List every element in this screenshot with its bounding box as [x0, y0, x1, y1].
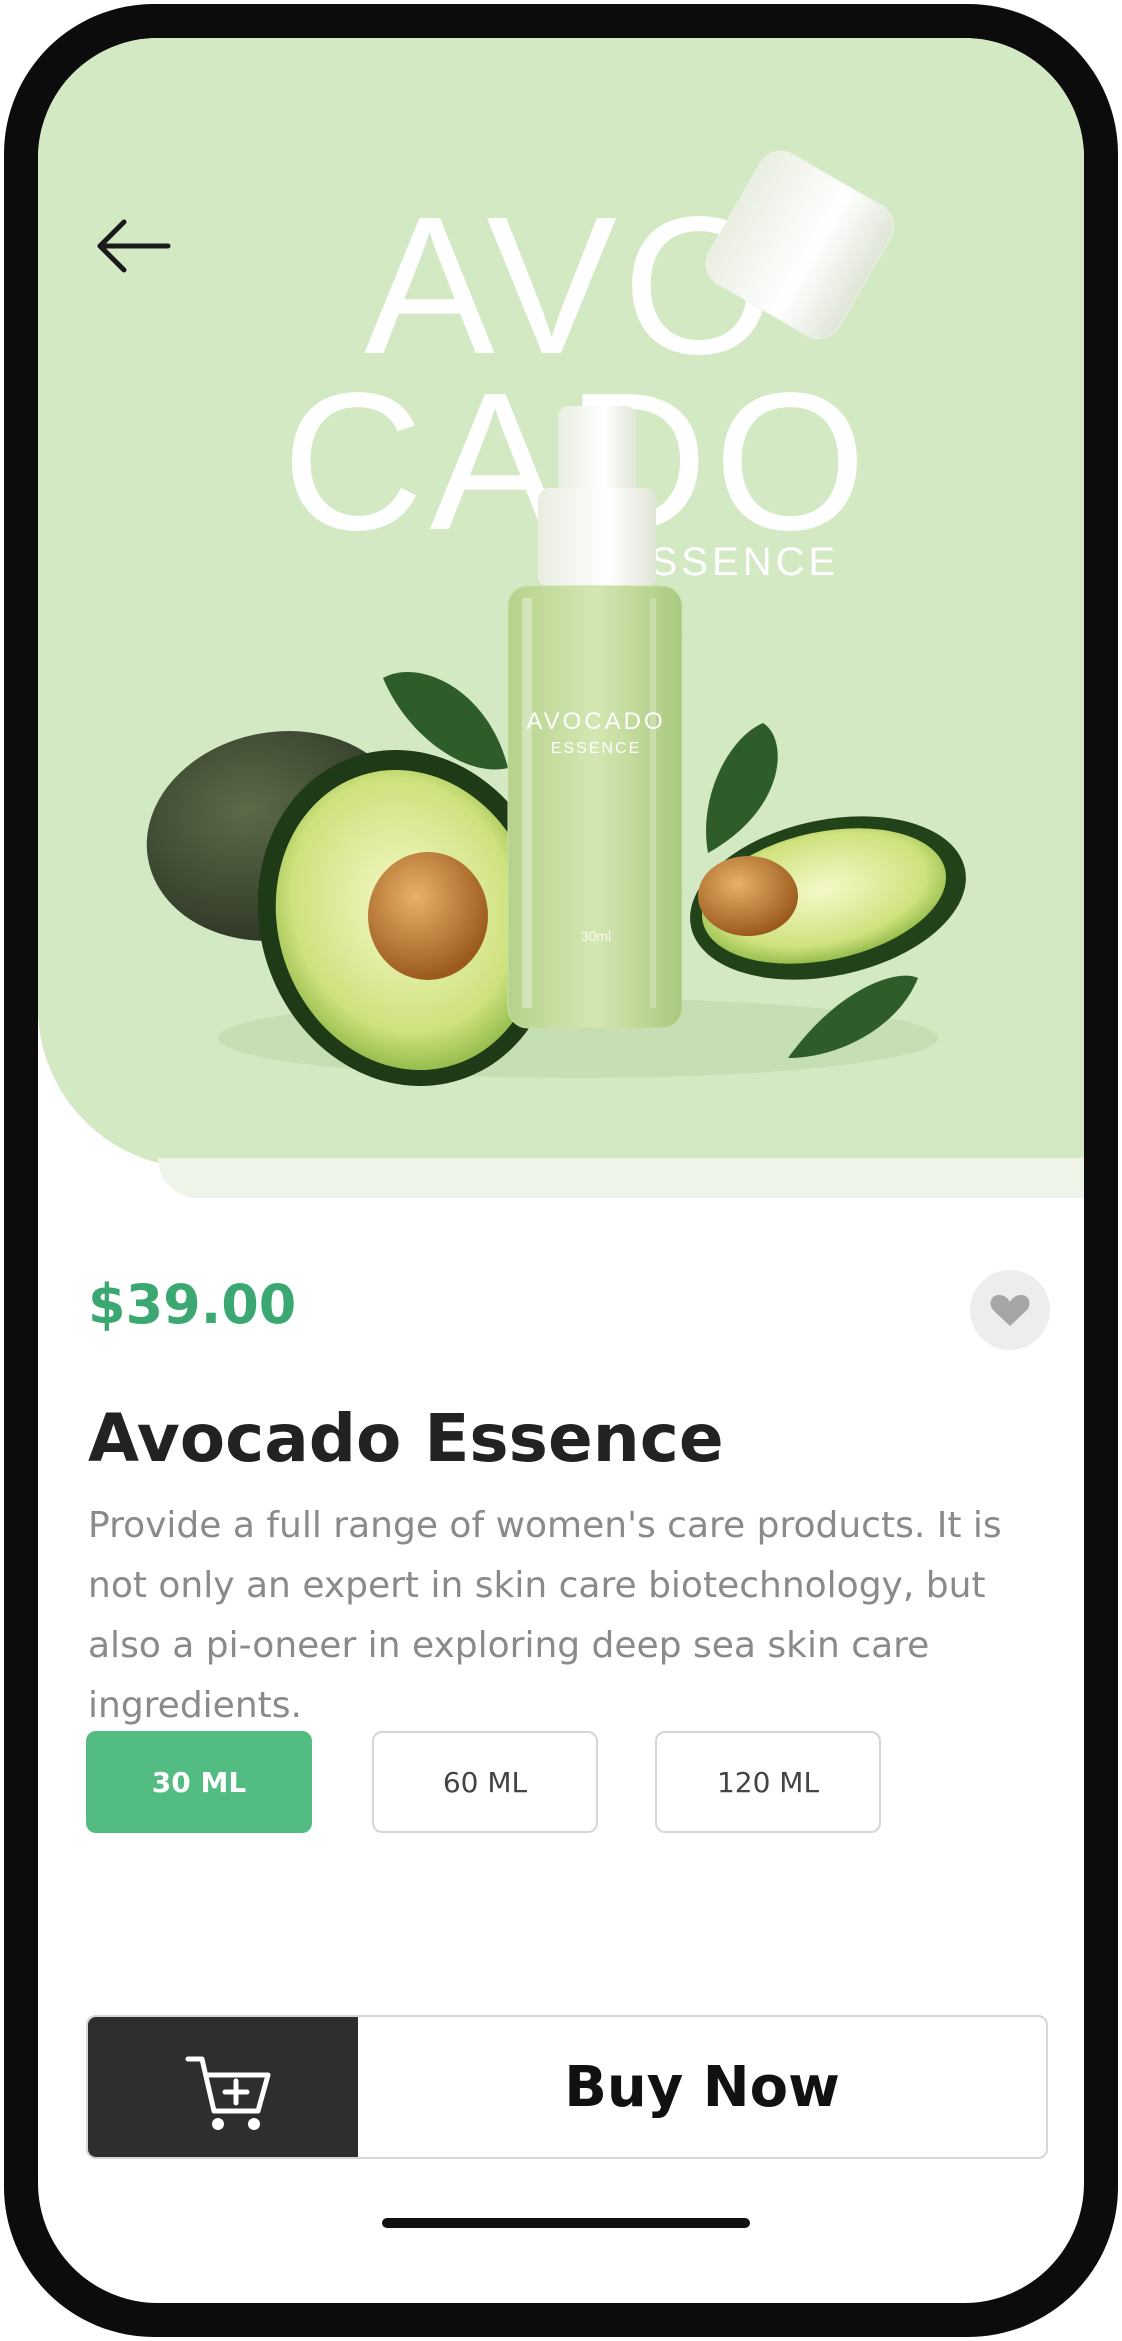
hero-banner: AVO CADO ESSENCE: [38, 38, 1084, 1168]
product-title: Avocado Essence: [88, 1400, 724, 1477]
heart-icon: [990, 1295, 1030, 1326]
add-to-cart-button[interactable]: [88, 2017, 358, 2157]
home-indicator[interactable]: [382, 2218, 750, 2228]
phone-frame: AVO CADO ESSENCE: [4, 4, 1118, 2337]
screen: AVO CADO ESSENCE: [38, 38, 1084, 2303]
bottle-label-sub: ESSENCE: [550, 740, 642, 757]
buy-now-button[interactable]: Buy Now: [358, 2017, 1046, 2157]
add-to-cart-icon: [185, 2056, 271, 2130]
product-price: $39.00: [88, 1273, 297, 1336]
bottle-label-volume: 30ml: [580, 928, 612, 944]
product-image: [146, 150, 966, 1087]
favorite-button[interactable]: [970, 1270, 1050, 1350]
product-description: Provide a full range of women's care pro…: [88, 1505, 1002, 1726]
size-option-60ml[interactable]: 60 ML: [372, 1731, 598, 1833]
size-option-30ml[interactable]: 30 ML: [86, 1731, 312, 1833]
size-option-120ml[interactable]: 120 ML: [655, 1731, 881, 1833]
arrow-left-icon: [97, 219, 171, 273]
bottle-label-brand: AVOCADO: [526, 708, 666, 735]
hero-shadow: [158, 1158, 1084, 1198]
back-button[interactable]: [82, 206, 182, 286]
purchase-bar: Buy Now: [86, 2015, 1048, 2159]
